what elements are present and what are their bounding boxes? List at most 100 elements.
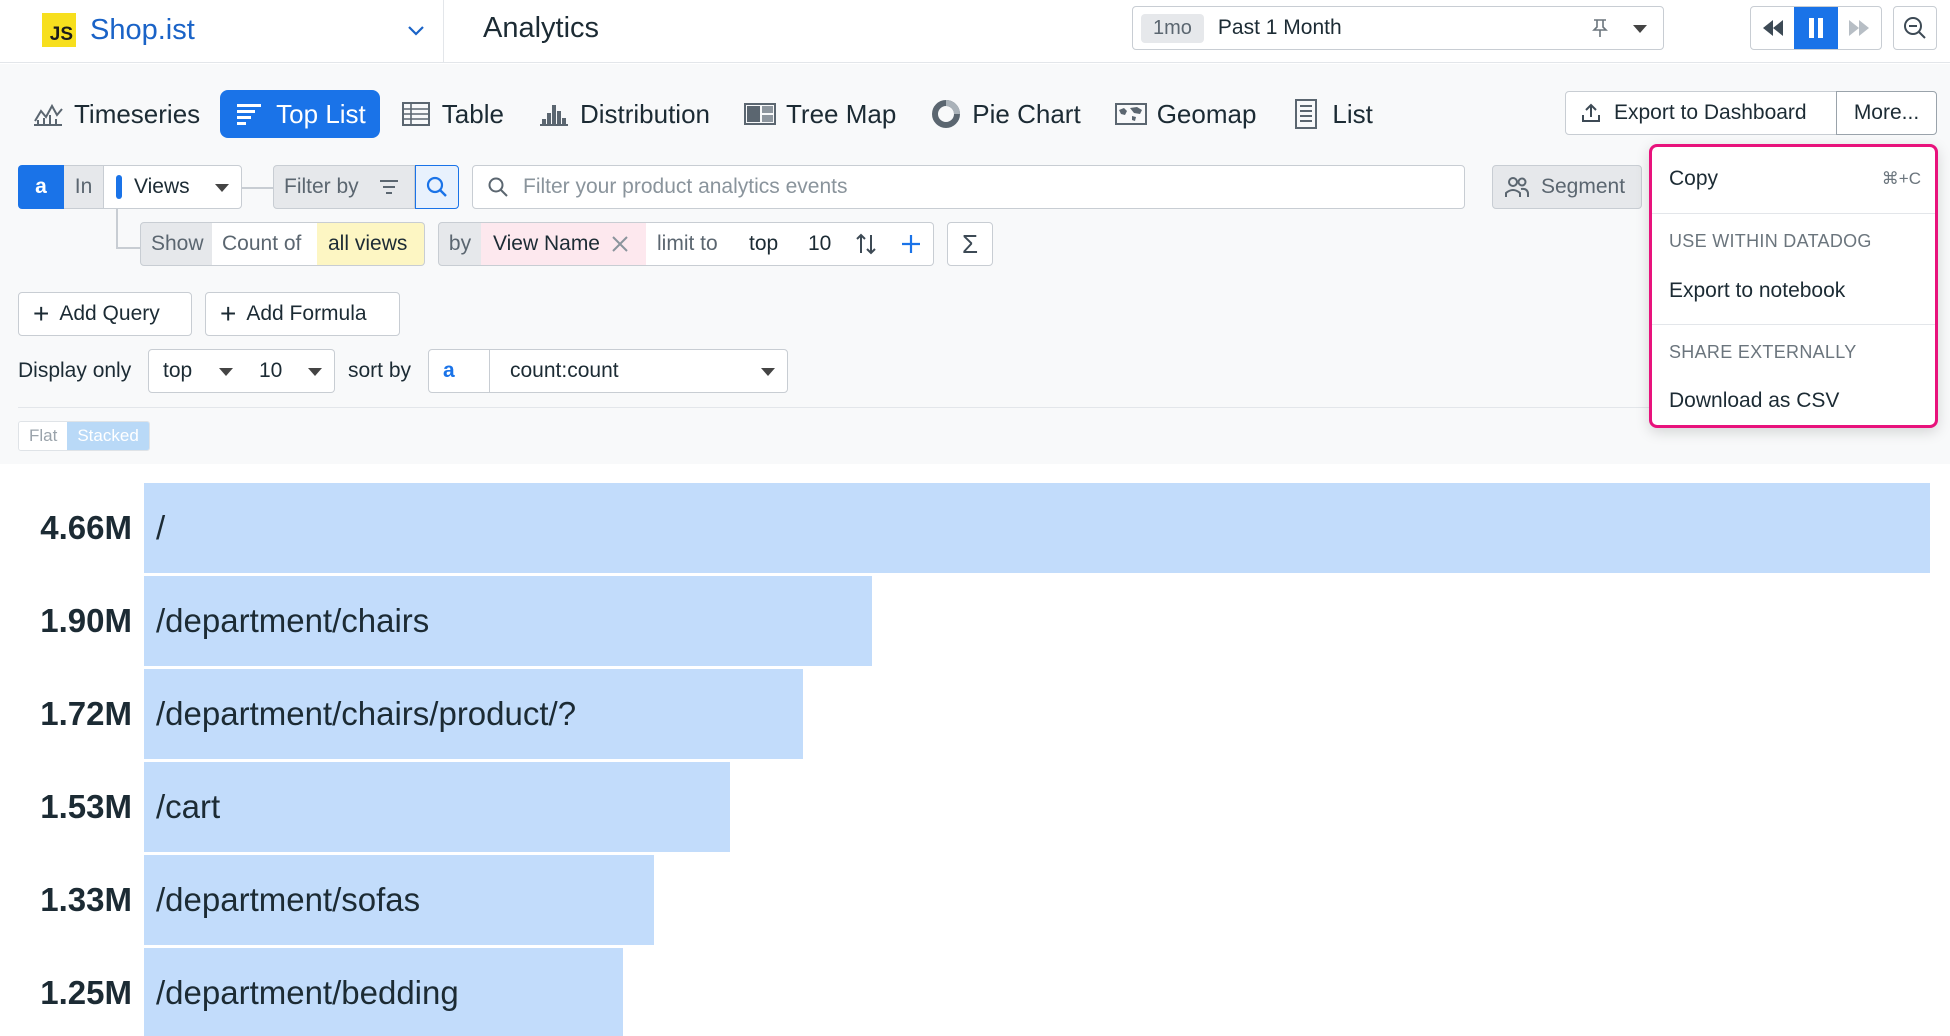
connector-line bbox=[116, 247, 140, 249]
toplist-row[interactable]: 1.53M/cart bbox=[0, 762, 1950, 852]
visualization-tabs: Timeseries Top List Table Distribution T… bbox=[18, 90, 1393, 138]
rewind-icon bbox=[1762, 20, 1783, 36]
filter-search-input[interactable]: Filter your product analytics events bbox=[472, 165, 1465, 209]
rewind-button[interactable] bbox=[1751, 7, 1794, 49]
in-label: In bbox=[64, 165, 104, 209]
limit-direction-select[interactable]: top bbox=[737, 222, 795, 266]
toplist-icon bbox=[234, 100, 266, 128]
add-query-button[interactable]: + Add Query bbox=[18, 292, 192, 336]
top-bar: JS Shop.ist Analytics 1mo Past 1 Month bbox=[0, 0, 1950, 63]
time-badge: 1mo bbox=[1141, 13, 1204, 43]
tab-timeseries[interactable]: Timeseries bbox=[18, 90, 214, 138]
add-query-label: Add Query bbox=[59, 302, 160, 325]
pause-button[interactable] bbox=[1794, 7, 1838, 49]
filter-icon bbox=[380, 180, 398, 194]
zoom-out-button[interactable] bbox=[1893, 6, 1937, 50]
menu-item-export-notebook[interactable]: Export to notebook bbox=[1669, 279, 1845, 303]
filter-placeholder: Filter your product analytics events bbox=[523, 175, 848, 198]
app-logo: JS bbox=[42, 13, 76, 47]
tab-tree-map[interactable]: Tree Map bbox=[730, 90, 910, 138]
flat-option[interactable]: Flat bbox=[19, 422, 68, 450]
display-count-value: 10 bbox=[259, 359, 283, 382]
caret-down-icon bbox=[308, 368, 322, 376]
add-function-button[interactable]: Σ bbox=[947, 222, 993, 266]
group-by-chip[interactable]: View Name bbox=[481, 222, 647, 266]
by-label: by bbox=[438, 222, 482, 266]
tab-label: Distribution bbox=[579, 98, 710, 129]
data-source-select[interactable]: Views bbox=[103, 165, 242, 209]
menu-item-download-csv[interactable]: Download as CSV bbox=[1669, 389, 1839, 413]
sort-by-label: sort by bbox=[348, 359, 412, 382]
search-mode-button[interactable] bbox=[415, 165, 459, 209]
toplist-row[interactable]: 1.90M/department/chairs bbox=[0, 576, 1950, 666]
fast-forward-icon bbox=[1849, 20, 1870, 36]
sort-toggle-button[interactable] bbox=[843, 222, 889, 266]
query-letter[interactable]: a bbox=[18, 165, 64, 209]
show-label: Show bbox=[140, 222, 213, 266]
close-icon[interactable] bbox=[610, 234, 630, 254]
piechart-icon bbox=[930, 100, 962, 128]
distribution-icon bbox=[538, 100, 570, 128]
tab-top-list[interactable]: Top List bbox=[220, 90, 380, 138]
tab-distribution[interactable]: Distribution bbox=[524, 90, 724, 138]
toplist-bar[interactable] bbox=[144, 762, 730, 852]
zoom-out-icon bbox=[1904, 17, 1926, 39]
toplist-row[interactable]: 1.72M/department/chairs/product/? bbox=[0, 669, 1950, 759]
group-by-label: View Name bbox=[493, 232, 600, 255]
limit-count-input[interactable]: 10 bbox=[794, 222, 844, 266]
tab-table[interactable]: Table bbox=[386, 90, 518, 138]
toplist-value-label: 1.72M bbox=[40, 695, 132, 732]
segment-label: Segment bbox=[1541, 175, 1626, 198]
caret-down-icon bbox=[215, 184, 229, 192]
display-direction-select[interactable]: top bbox=[148, 349, 246, 393]
export-label: Export to Dashboard bbox=[1614, 101, 1807, 124]
more-button[interactable]: More... bbox=[1836, 91, 1937, 135]
segment-button[interactable]: Segment bbox=[1492, 165, 1642, 209]
pin-icon[interactable] bbox=[1589, 17, 1611, 39]
caret-down-icon bbox=[761, 368, 775, 376]
add-group-button[interactable] bbox=[888, 222, 934, 266]
add-formula-button[interactable]: + Add Formula bbox=[205, 292, 400, 336]
list-icon bbox=[1290, 99, 1322, 129]
filter-by-label: Filter by bbox=[284, 175, 359, 198]
caret-down-icon bbox=[219, 368, 233, 376]
more-dropdown-menu: Copy ⌘+C USE WITHIN DATADOG Export to no… bbox=[1649, 144, 1938, 428]
filter-by-button[interactable]: Filter by bbox=[273, 165, 415, 209]
time-label: Past 1 Month bbox=[1217, 16, 1342, 39]
menu-divider bbox=[1652, 213, 1935, 214]
toplist-category-label: /department/chairs bbox=[156, 602, 430, 639]
page-title: Analytics bbox=[483, 12, 600, 44]
playback-controls bbox=[1750, 6, 1882, 50]
tab-label: Tree Map bbox=[786, 98, 897, 129]
measure-select[interactable]: all views bbox=[317, 222, 425, 266]
menu-item-copy[interactable]: Copy bbox=[1669, 167, 1718, 191]
toplist-row[interactable]: 4.66M / bbox=[0, 483, 1950, 573]
section-divider bbox=[18, 407, 1928, 408]
sigma-icon: Σ bbox=[961, 228, 979, 259]
time-picker[interactable]: 1mo Past 1 Month bbox=[1132, 6, 1664, 50]
fast-forward-button[interactable] bbox=[1838, 7, 1881, 49]
flat-stacked-toggle[interactable]: Flat Stacked bbox=[18, 421, 150, 451]
tab-geomap[interactable]: Geomap bbox=[1101, 90, 1271, 138]
sort-query-letter: a bbox=[443, 359, 455, 382]
timeseries-icon bbox=[32, 100, 64, 128]
tab-list[interactable]: List bbox=[1276, 90, 1386, 138]
connector-line bbox=[116, 209, 118, 249]
divider bbox=[489, 350, 490, 392]
sort-by-select[interactable]: a count:count bbox=[428, 349, 788, 393]
treemap-icon bbox=[744, 100, 776, 128]
table-icon bbox=[400, 100, 432, 128]
geomap-icon bbox=[1114, 100, 1147, 128]
toplist-row[interactable]: 1.25M/department/bedding bbox=[0, 948, 1950, 1036]
source-color-bar bbox=[116, 175, 122, 199]
export-to-dashboard-button[interactable]: Export to Dashboard bbox=[1565, 91, 1837, 135]
sort-arrows-icon bbox=[855, 233, 876, 255]
display-count-select[interactable]: 10 bbox=[245, 349, 335, 393]
tab-label: List bbox=[1332, 98, 1373, 129]
caret-down-icon[interactable] bbox=[1633, 25, 1647, 33]
app-switcher[interactable]: JS Shop.ist bbox=[42, 12, 442, 48]
tab-pie-chart[interactable]: Pie Chart bbox=[916, 90, 1094, 138]
toplist-row[interactable]: 1.33M/department/sofas bbox=[0, 855, 1950, 945]
stacked-option[interactable]: Stacked bbox=[67, 422, 149, 450]
toplist-bar[interactable] bbox=[144, 483, 1930, 573]
